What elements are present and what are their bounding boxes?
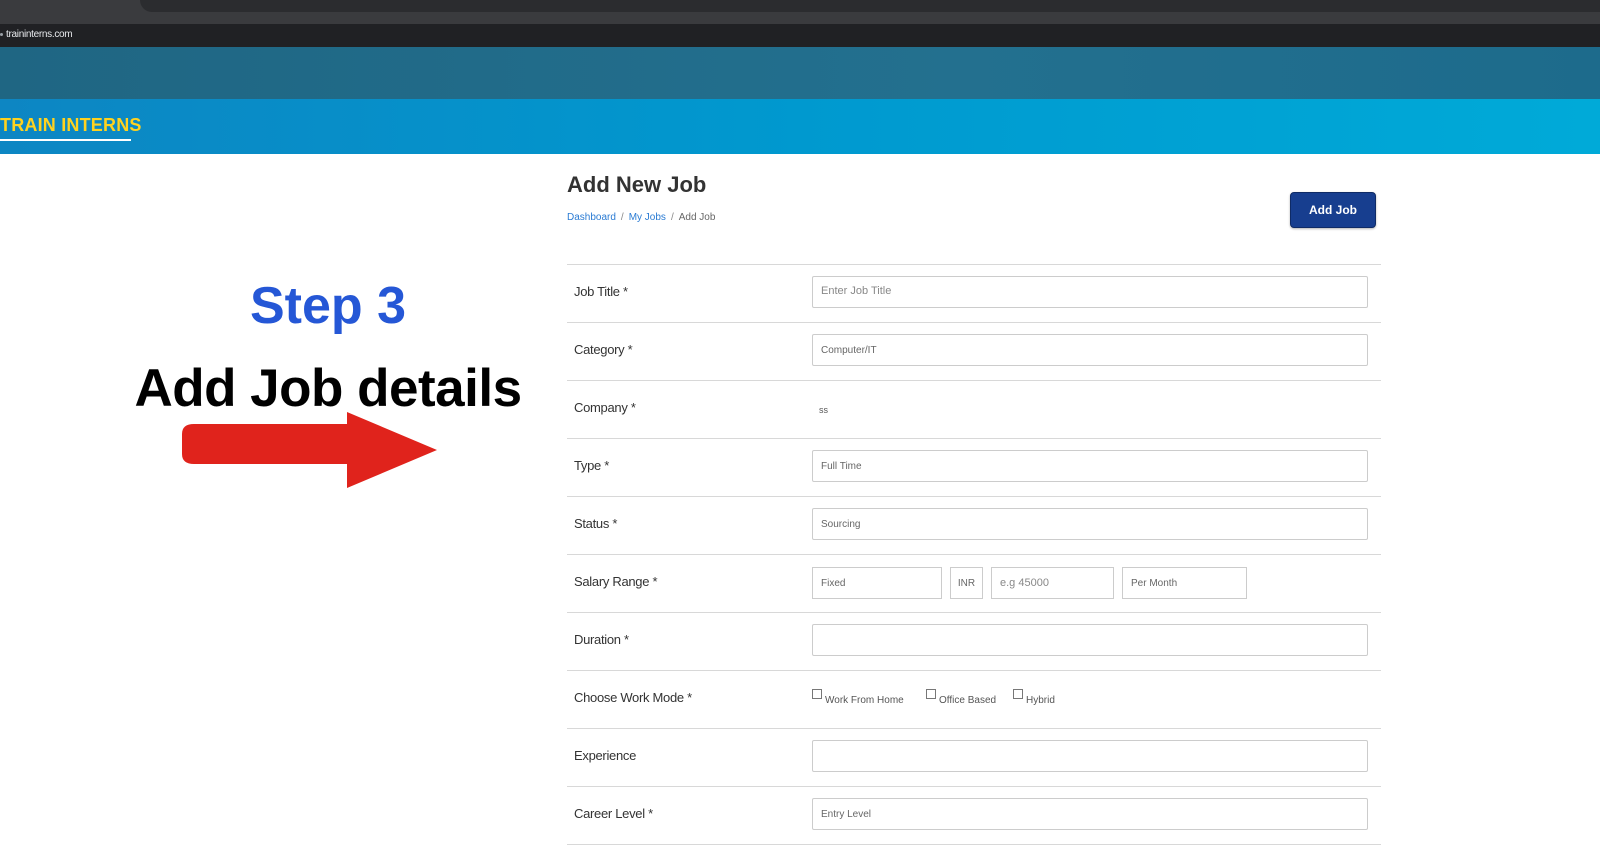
brand-underline <box>0 139 131 141</box>
checkbox-office[interactable] <box>926 689 936 699</box>
browser-address-bar[interactable]: traininterns.com <box>0 24 1600 47</box>
job-title-label: Job Title * <box>574 284 628 299</box>
form-row-salary: Salary Range * Fixed INR Per Month <box>567 554 1381 612</box>
checkbox-hybrid[interactable] <box>1013 689 1023 699</box>
breadcrumb: Dashboard / My Jobs / Add Job <box>567 212 715 223</box>
browser-active-tab[interactable] <box>140 0 1600 12</box>
form-row-career-level: Career Level * Entry Level <box>567 786 1381 845</box>
duration-label: Duration * <box>574 632 629 647</box>
salary-amount-input[interactable] <box>991 567 1114 599</box>
status-label: Status * <box>574 516 618 531</box>
salary-type-select[interactable]: Fixed <box>812 567 942 599</box>
category-label: Category * <box>574 342 633 357</box>
career-level-label: Career Level * <box>574 806 653 821</box>
step-title: Step 3 <box>249 277 407 335</box>
experience-label: Experience <box>574 748 637 763</box>
salary-label: Salary Range * <box>574 574 658 589</box>
page-title: Add New Job <box>567 172 707 197</box>
duration-input[interactable] <box>812 624 1368 656</box>
form-row-type: Type * Full Time <box>567 438 1381 496</box>
company-value: ss <box>819 405 828 415</box>
breadcrumb-separator: / <box>620 212 624 223</box>
career-level-select[interactable]: Entry Level <box>812 798 1368 830</box>
right-arrow-icon <box>182 412 437 488</box>
form-row-company: Company * ss <box>567 380 1381 438</box>
type-label: Type * <box>574 458 610 473</box>
form-row-category: Category * Computer/IT <box>567 322 1381 380</box>
add-job-button[interactable]: Add Job <box>1290 192 1376 228</box>
arrow-shape <box>182 412 437 488</box>
work-mode-option-hybrid[interactable]: Hybrid <box>1013 689 1055 706</box>
work-mode-option-office[interactable]: Office Based <box>926 689 997 706</box>
experience-input[interactable] <box>812 740 1368 772</box>
company-label: Company * <box>574 400 636 415</box>
checkbox-wfh[interactable] <box>812 689 822 699</box>
status-select[interactable]: Sourcing <box>812 508 1368 540</box>
add-job-form: Job Title * Category * Computer/IT Compa… <box>567 264 1381 845</box>
form-row-duration: Duration * <box>567 612 1381 670</box>
work-mode-hybrid-label: Hybrid <box>1026 695 1055 706</box>
brand-logo-text[interactable]: TRAIN INTERNS <box>0 115 142 136</box>
breadcrumb-current: Add Job <box>678 212 716 223</box>
site-header <box>0 47 1600 99</box>
work-mode-option-wfh[interactable]: Work From Home <box>812 689 904 706</box>
form-row-work-mode: Choose Work Mode * Work From Home Office… <box>567 670 1381 728</box>
form-row-status: Status * Sourcing <box>567 496 1381 554</box>
url-text: traininterns.com <box>6 29 73 40</box>
step-subtitle: Add Job details <box>134 359 522 418</box>
form-row-job-title: Job Title * <box>567 264 1381 322</box>
salary-currency-select[interactable]: INR <box>950 567 983 599</box>
job-title-input[interactable] <box>812 276 1368 308</box>
work-mode-wfh-label: Work From Home <box>825 695 904 706</box>
breadcrumb-separator: / <box>670 212 674 223</box>
work-mode-label: Choose Work Mode * <box>574 690 692 705</box>
form-row-experience: Experience <box>567 728 1381 786</box>
breadcrumb-dashboard[interactable]: Dashboard <box>567 212 616 223</box>
site-info-icon[interactable] <box>0 33 3 36</box>
breadcrumb-my-jobs[interactable]: My Jobs <box>629 212 666 223</box>
site-nav: TRAIN INTERNS <box>0 99 1600 154</box>
salary-period-select[interactable]: Per Month <box>1122 567 1247 599</box>
work-mode-office-label: Office Based <box>939 695 997 706</box>
type-select[interactable]: Full Time <box>812 450 1368 482</box>
browser-tab-strip <box>0 0 1600 24</box>
category-select[interactable]: Computer/IT <box>812 334 1368 366</box>
